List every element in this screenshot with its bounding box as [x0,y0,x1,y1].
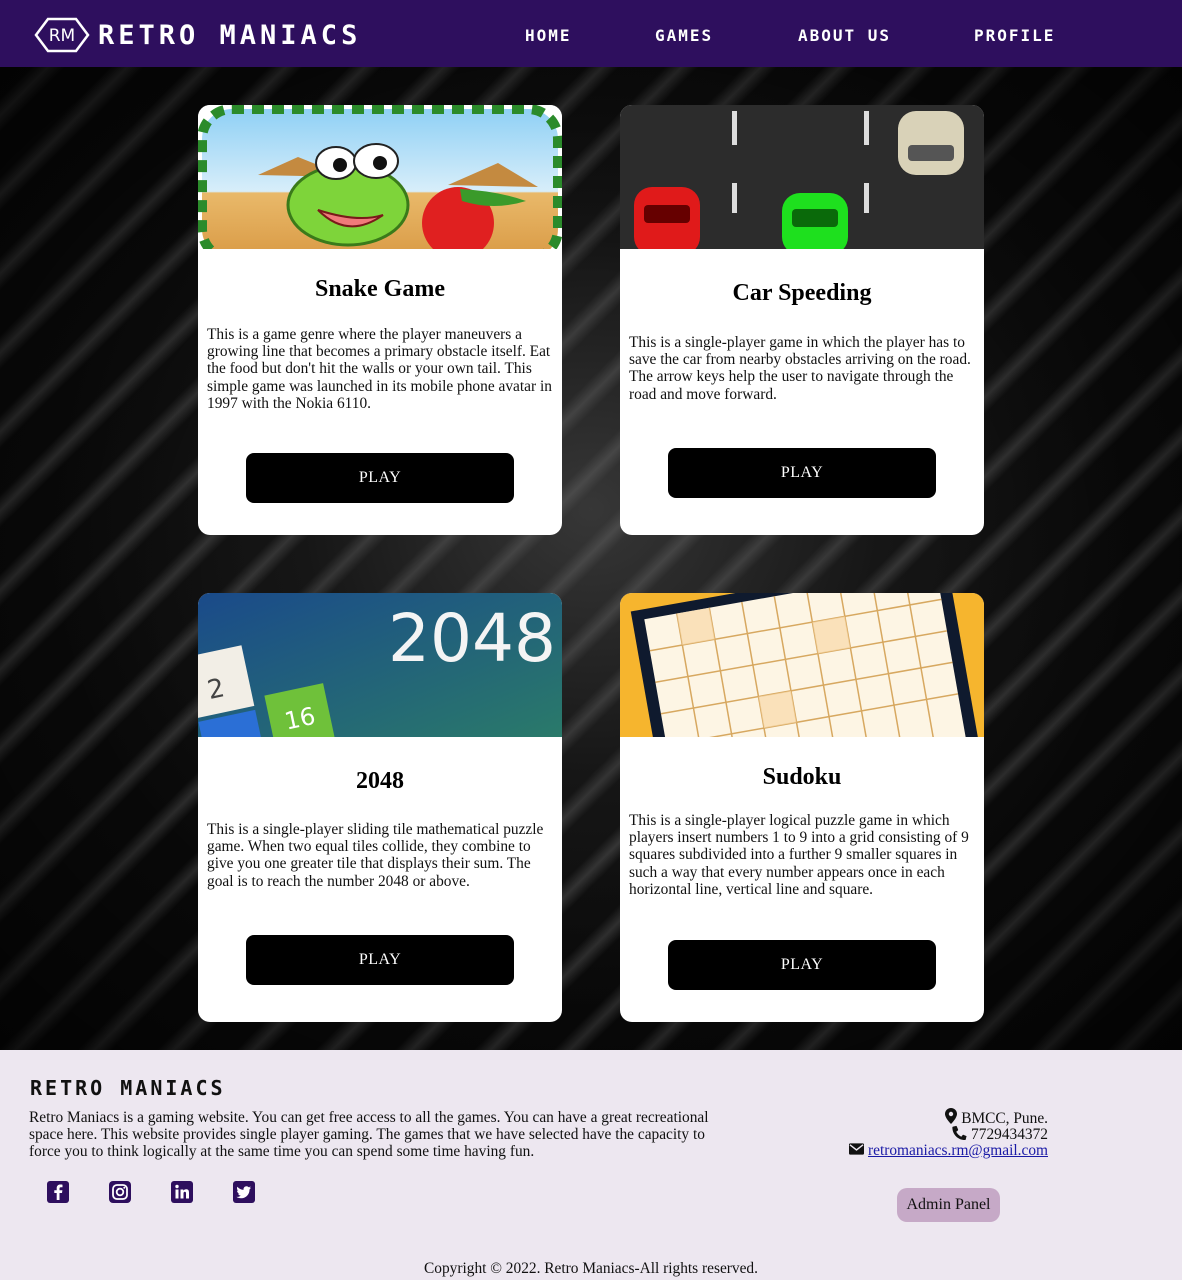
snake-game-image [198,105,562,249]
facebook-icon[interactable] [47,1181,69,1203]
car-speeding-image [620,105,984,249]
nav-about-us[interactable]: ABOUT US [798,26,891,45]
copyright: Copyright © 2022. Retro Maniacs-All righ… [424,1260,758,1277]
game-card-car-speeding: Car Speeding This is a single-player gam… [620,105,984,535]
footer-brand: RETRO MANIACS [30,1076,226,1100]
instagram-icon[interactable] [109,1181,131,1203]
linkedin-icon[interactable] [171,1181,193,1203]
email-link[interactable]: retromaniacs.rm@gmail.com [868,1142,1048,1160]
envelope-icon [849,1142,864,1160]
play-button-car-speeding[interactable]: PLAY [668,448,936,498]
game-title: Snake Game [314,276,445,302]
game-title: 2048 [356,768,404,794]
games-section: Snake Game This is a game genre where th… [0,67,1182,1050]
admin-panel-button[interactable]: Admin Panel [897,1188,1000,1222]
game-description: This is a single-player game in which th… [629,334,971,403]
nav-games[interactable]: GAMES [655,26,713,45]
brand-logo[interactable]: RM RETRO MANIACS [34,15,361,55]
svg-text:2048: 2048 [388,600,556,677]
contact-email: retromaniacs.rm@gmail.com [849,1142,1048,1160]
game-card-snake: Snake Game This is a game genre where th… [198,105,562,535]
footer-description: Retro Maniacs is a gaming website. You c… [29,1109,709,1161]
play-button-2048[interactable]: PLAY [246,935,514,985]
nav-home[interactable]: HOME [525,26,572,45]
game-title: Car Speeding [732,280,872,306]
game-2048-image: 2048 2 16 [198,593,562,737]
nav-profile[interactable]: PROFILE [974,26,1055,45]
game-description: This is a game genre where the player ma… [207,326,552,412]
rm-logo-icon: RM [34,15,90,55]
footer: RETRO MANIACS Retro Maniacs is a gaming … [0,1050,1182,1280]
play-button-snake[interactable]: PLAY [246,453,514,503]
game-description: This is a single-player logical puzzle g… [629,812,969,898]
navbar: RM RETRO MANIACS HOME GAMES ABOUT US PRO… [0,0,1182,67]
play-button-sudoku[interactable]: PLAY [668,940,936,990]
svg-text:RM: RM [49,26,75,46]
game-title: Sudoku [762,764,842,790]
game-card-2048: 2048 2 16 2048 This is a single-player s… [198,593,562,1022]
sudoku-image [620,593,984,737]
brand-name: RETRO MANIACS [98,19,362,51]
game-card-sudoku: Sudoku This is a single-player logical p… [620,593,984,1022]
game-description: This is a single-player sliding tile mat… [207,821,544,890]
twitter-icon[interactable] [233,1181,255,1203]
